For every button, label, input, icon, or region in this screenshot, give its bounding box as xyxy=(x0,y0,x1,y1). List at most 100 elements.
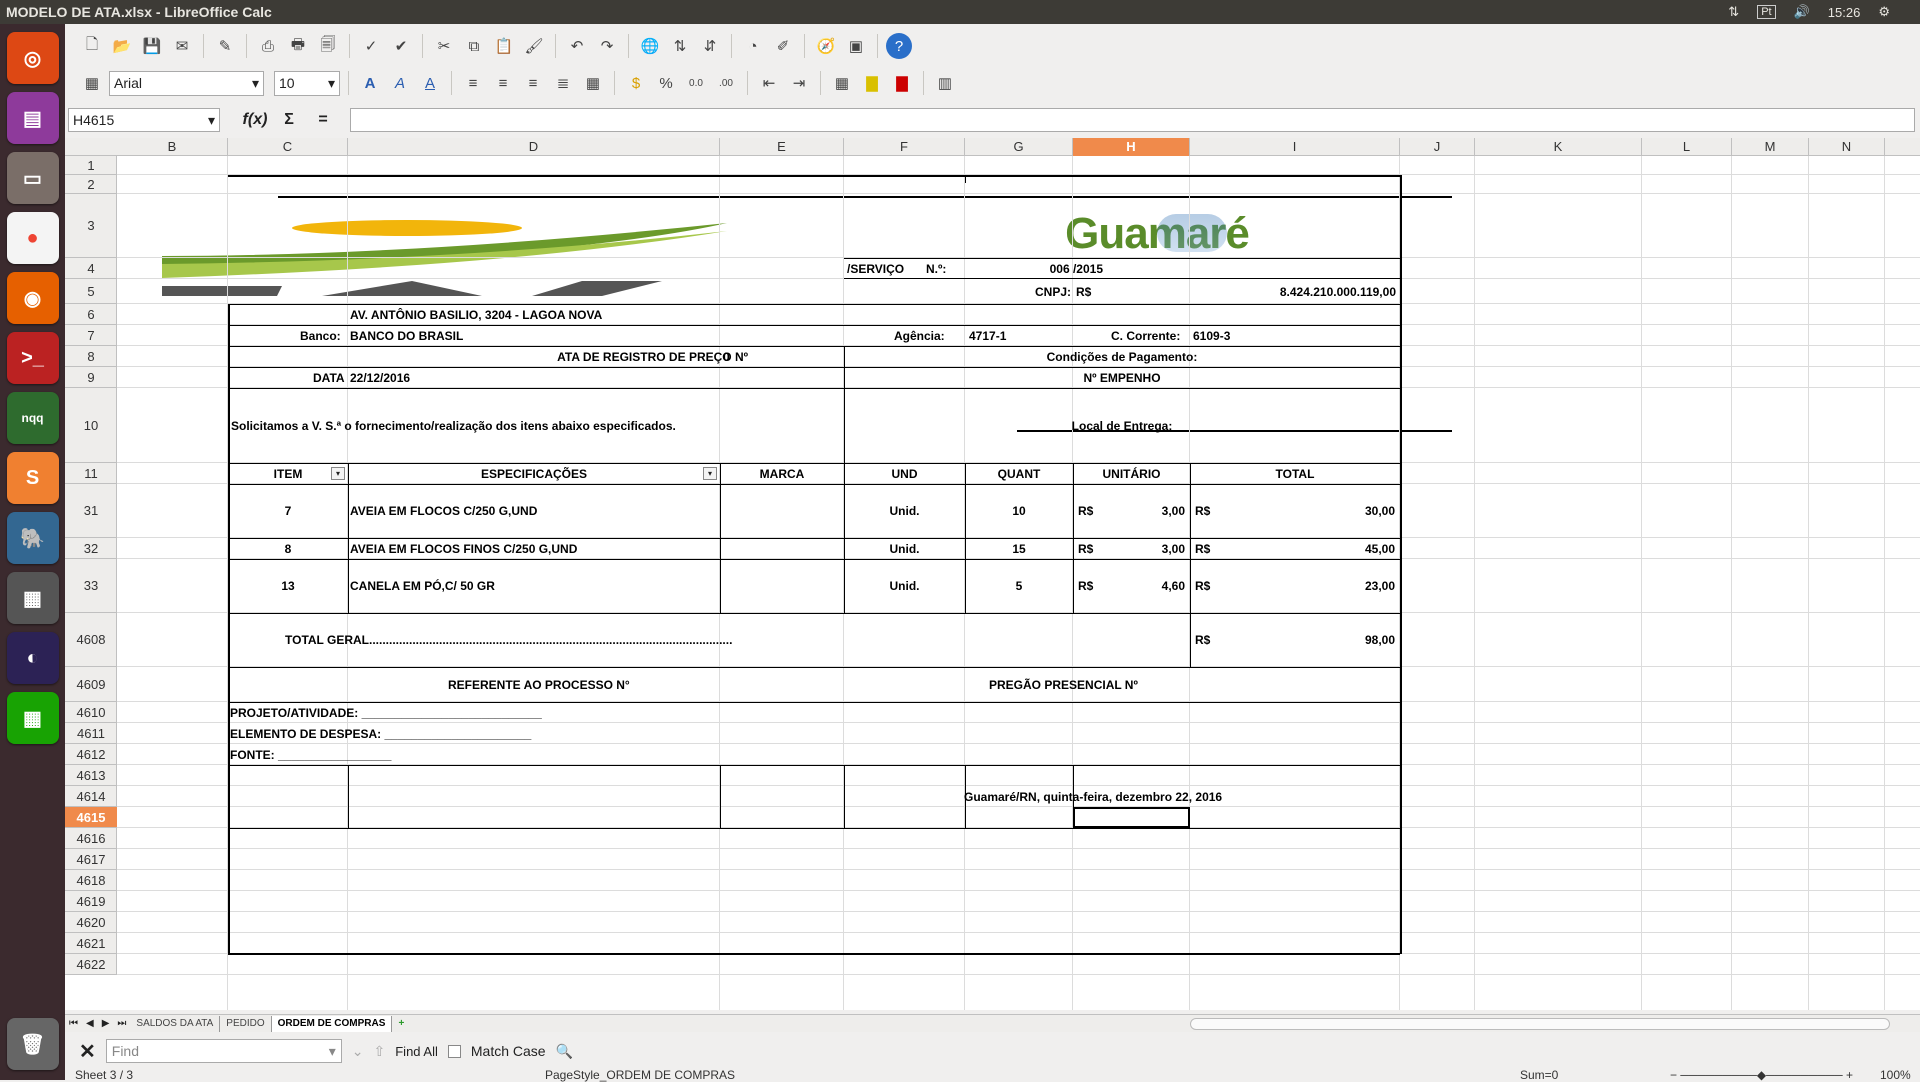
row-header-2[interactable]: 2 xyxy=(65,175,117,194)
column-header-g[interactable]: G xyxy=(965,138,1073,156)
save-icon[interactable]: 💾 xyxy=(139,33,165,59)
styles-icon[interactable]: ▦ xyxy=(79,70,105,96)
row-header-4611[interactable]: 4611 xyxy=(65,723,117,744)
trash-icon[interactable]: 🗑 xyxy=(6,1018,59,1070)
find-prev-icon[interactable]: ⌄ xyxy=(352,1043,364,1060)
close-icon[interactable]: ✕ xyxy=(79,1039,96,1064)
terminal-icon[interactable]: >_ xyxy=(6,332,59,384)
spellcheck-icon[interactable]: ✓ xyxy=(358,33,384,59)
sort-desc-icon[interactable]: ⇵ xyxy=(697,33,723,59)
row-header-4[interactable]: 4 xyxy=(65,258,117,279)
function-wizard-icon[interactable]: f(x) xyxy=(238,111,272,129)
ubuntu-icon[interactable]: ◎ xyxy=(6,32,59,84)
find-replace-icon[interactable]: 🔍 xyxy=(556,1043,573,1060)
volume-icon[interactable]: 🔊 xyxy=(1794,4,1810,20)
font-name-select[interactable]: Arial ▾ xyxy=(109,70,264,96)
column-header-o[interactable]: O xyxy=(1885,138,1920,156)
email-icon[interactable]: ✉ xyxy=(169,33,195,59)
row-header-4621[interactable]: 4621 xyxy=(65,933,117,954)
undo-icon[interactable]: ↶ xyxy=(564,33,590,59)
decrease-indent-icon[interactable]: ⇤ xyxy=(756,70,782,96)
row-header-31[interactable]: 31 xyxy=(65,484,117,538)
row-header-4620[interactable]: 4620 xyxy=(65,912,117,933)
gallery-icon[interactable]: ▣ xyxy=(843,33,869,59)
column-header-j[interactable]: J xyxy=(1400,138,1475,156)
row-header-4617[interactable]: 4617 xyxy=(65,849,117,870)
row-header-4612[interactable]: 4612 xyxy=(65,744,117,765)
row-header-4614[interactable]: 4614 xyxy=(65,786,117,807)
align-right-icon[interactable]: ≡ xyxy=(520,70,546,96)
selected-cell[interactable] xyxy=(1073,807,1190,828)
new-icon[interactable]: 🗋 xyxy=(79,33,105,59)
chrome-icon[interactable]: ● xyxy=(6,212,59,264)
tab-ordem-de-compras[interactable]: ORDEM DE COMPRAS xyxy=(271,1015,393,1032)
spreadsheet-grid[interactable]: BCDEFGHIJKLMNO 1234567891011313233460846… xyxy=(65,138,1920,1010)
background-color-icon[interactable]: ▇ xyxy=(859,70,885,96)
dash-icon[interactable]: ▤ xyxy=(6,92,59,144)
number-format-icon[interactable]: 0.0 xyxy=(683,70,709,96)
formula-input[interactable] xyxy=(350,108,1915,132)
sidebar-icon[interactable]: ▥ xyxy=(932,70,958,96)
row-header-4610[interactable]: 4610 xyxy=(65,702,117,723)
sort-asc-icon[interactable]: ⇅ xyxy=(667,33,693,59)
eclipse-icon[interactable]: ◐ xyxy=(6,632,59,684)
autospell-icon[interactable]: ✔ xyxy=(388,33,414,59)
redo-icon[interactable]: ↷ xyxy=(594,33,620,59)
merge-cells-icon[interactable]: ▦ xyxy=(580,70,606,96)
row-header-4613[interactable]: 4613 xyxy=(65,765,117,786)
font-color-icon[interactable]: ▇ xyxy=(889,70,915,96)
row-header-9[interactable]: 9 xyxy=(65,367,117,388)
row-header-6[interactable]: 6 xyxy=(65,304,117,325)
align-center-icon[interactable]: ≡ xyxy=(490,70,516,96)
autofilter-dropdown-icon[interactable]: ▾ xyxy=(331,467,345,480)
column-header-l[interactable]: L xyxy=(1642,138,1732,156)
copy-icon[interactable]: ⧉ xyxy=(461,33,487,59)
column-header-k[interactable]: K xyxy=(1475,138,1642,156)
column-header-b[interactable]: B xyxy=(117,138,228,156)
row-header-1[interactable]: 1 xyxy=(65,156,117,175)
tab-pedido[interactable]: PEDIDO xyxy=(220,1015,272,1032)
underline-icon[interactable]: A xyxy=(417,70,443,96)
tab-nav-last-icon[interactable]: ⏭ xyxy=(113,1018,130,1029)
keyboard-layout[interactable]: Pt xyxy=(1757,5,1776,19)
row-header-8[interactable]: 8 xyxy=(65,346,117,367)
align-left-icon[interactable]: ≡ xyxy=(460,70,486,96)
row-header-11[interactable]: 11 xyxy=(65,463,117,484)
name-box[interactable]: H4615 ▾ xyxy=(68,108,220,132)
row-header-4608[interactable]: 4608 xyxy=(65,613,117,667)
row-header-4609[interactable]: 4609 xyxy=(65,667,117,702)
hyperlink-icon[interactable]: 🌐 xyxy=(637,33,663,59)
tab-nav-prev-icon[interactable]: ◀ xyxy=(82,1018,98,1029)
find-next-icon[interactable]: ⇧ xyxy=(374,1043,386,1060)
calculator-icon[interactable]: ▦ xyxy=(6,572,59,624)
calc-icon[interactable]: ▦ xyxy=(6,692,59,744)
cell-area[interactable]: Guamaré /SERVIÇO N.º: 006 /2015 CNPJ: R$ 8.42… xyxy=(117,156,1920,1010)
postgres-icon[interactable]: 🐘 xyxy=(6,512,59,564)
firefox-icon[interactable]: ◉ xyxy=(6,272,59,324)
row-header-10[interactable]: 10 xyxy=(65,388,117,463)
help-icon[interactable]: ? xyxy=(886,33,912,59)
paste-icon[interactable]: 📋 xyxy=(491,33,517,59)
find-all-button[interactable]: Find All xyxy=(395,1044,438,1059)
print-icon[interactable]: 🖶 xyxy=(285,33,311,59)
percent-icon[interactable]: % xyxy=(653,70,679,96)
column-header-i[interactable]: I xyxy=(1190,138,1400,156)
print-preview-icon[interactable]: 🗐 xyxy=(315,33,341,59)
row-header-4615[interactable]: 4615 xyxy=(65,807,117,828)
settings-icon[interactable]: ⚙ xyxy=(1878,4,1890,20)
edit-mode-icon[interactable]: ✎ xyxy=(212,33,238,59)
clone-format-icon[interactable]: 🖌 xyxy=(521,33,547,59)
match-case-checkbox[interactable] xyxy=(447,1044,461,1058)
column-header-n[interactable]: N xyxy=(1809,138,1885,156)
font-size-select[interactable]: 10 ▾ xyxy=(274,70,340,96)
tab-nav-first-icon[interactable]: ⏮ xyxy=(65,1018,82,1029)
row-header-4619[interactable]: 4619 xyxy=(65,891,117,912)
justify-icon[interactable]: ≣ xyxy=(550,70,576,96)
row-header-32[interactable]: 32 xyxy=(65,538,117,559)
draw-icon[interactable]: ✐ xyxy=(770,33,796,59)
network-icon[interactable]: ⇅ xyxy=(1728,4,1739,20)
navigator-icon[interactable]: 🧭 xyxy=(813,33,839,59)
clock[interactable]: 15:26 xyxy=(1828,5,1861,20)
row-header-5[interactable]: 5 xyxy=(65,279,117,304)
chart-icon[interactable]: ◔ xyxy=(740,33,766,59)
